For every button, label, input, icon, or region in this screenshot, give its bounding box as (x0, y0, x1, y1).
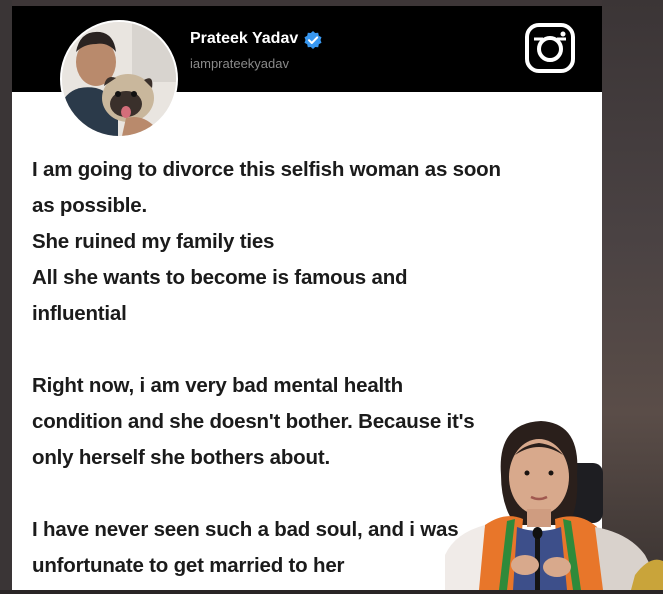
post-line: She ruined my family ties (32, 230, 275, 253)
avatar[interactable] (60, 20, 178, 138)
post-line: All she wants to become is famous and (32, 266, 408, 289)
post-line: Right now, i am very bad mental health (32, 374, 403, 397)
instagram-icon[interactable] (524, 22, 576, 74)
profile-name[interactable]: Prateek Yadav (190, 30, 298, 48)
post-line: I am going to divorce this selfish woman… (32, 158, 501, 181)
verified-badge-icon (303, 30, 323, 50)
post-line: as possible. (32, 194, 147, 217)
post-line: influential (32, 302, 127, 325)
profile-handle[interactable]: iamprateekyadav (190, 56, 289, 71)
background-left (0, 0, 12, 590)
person-photo-overlay (445, 415, 663, 590)
